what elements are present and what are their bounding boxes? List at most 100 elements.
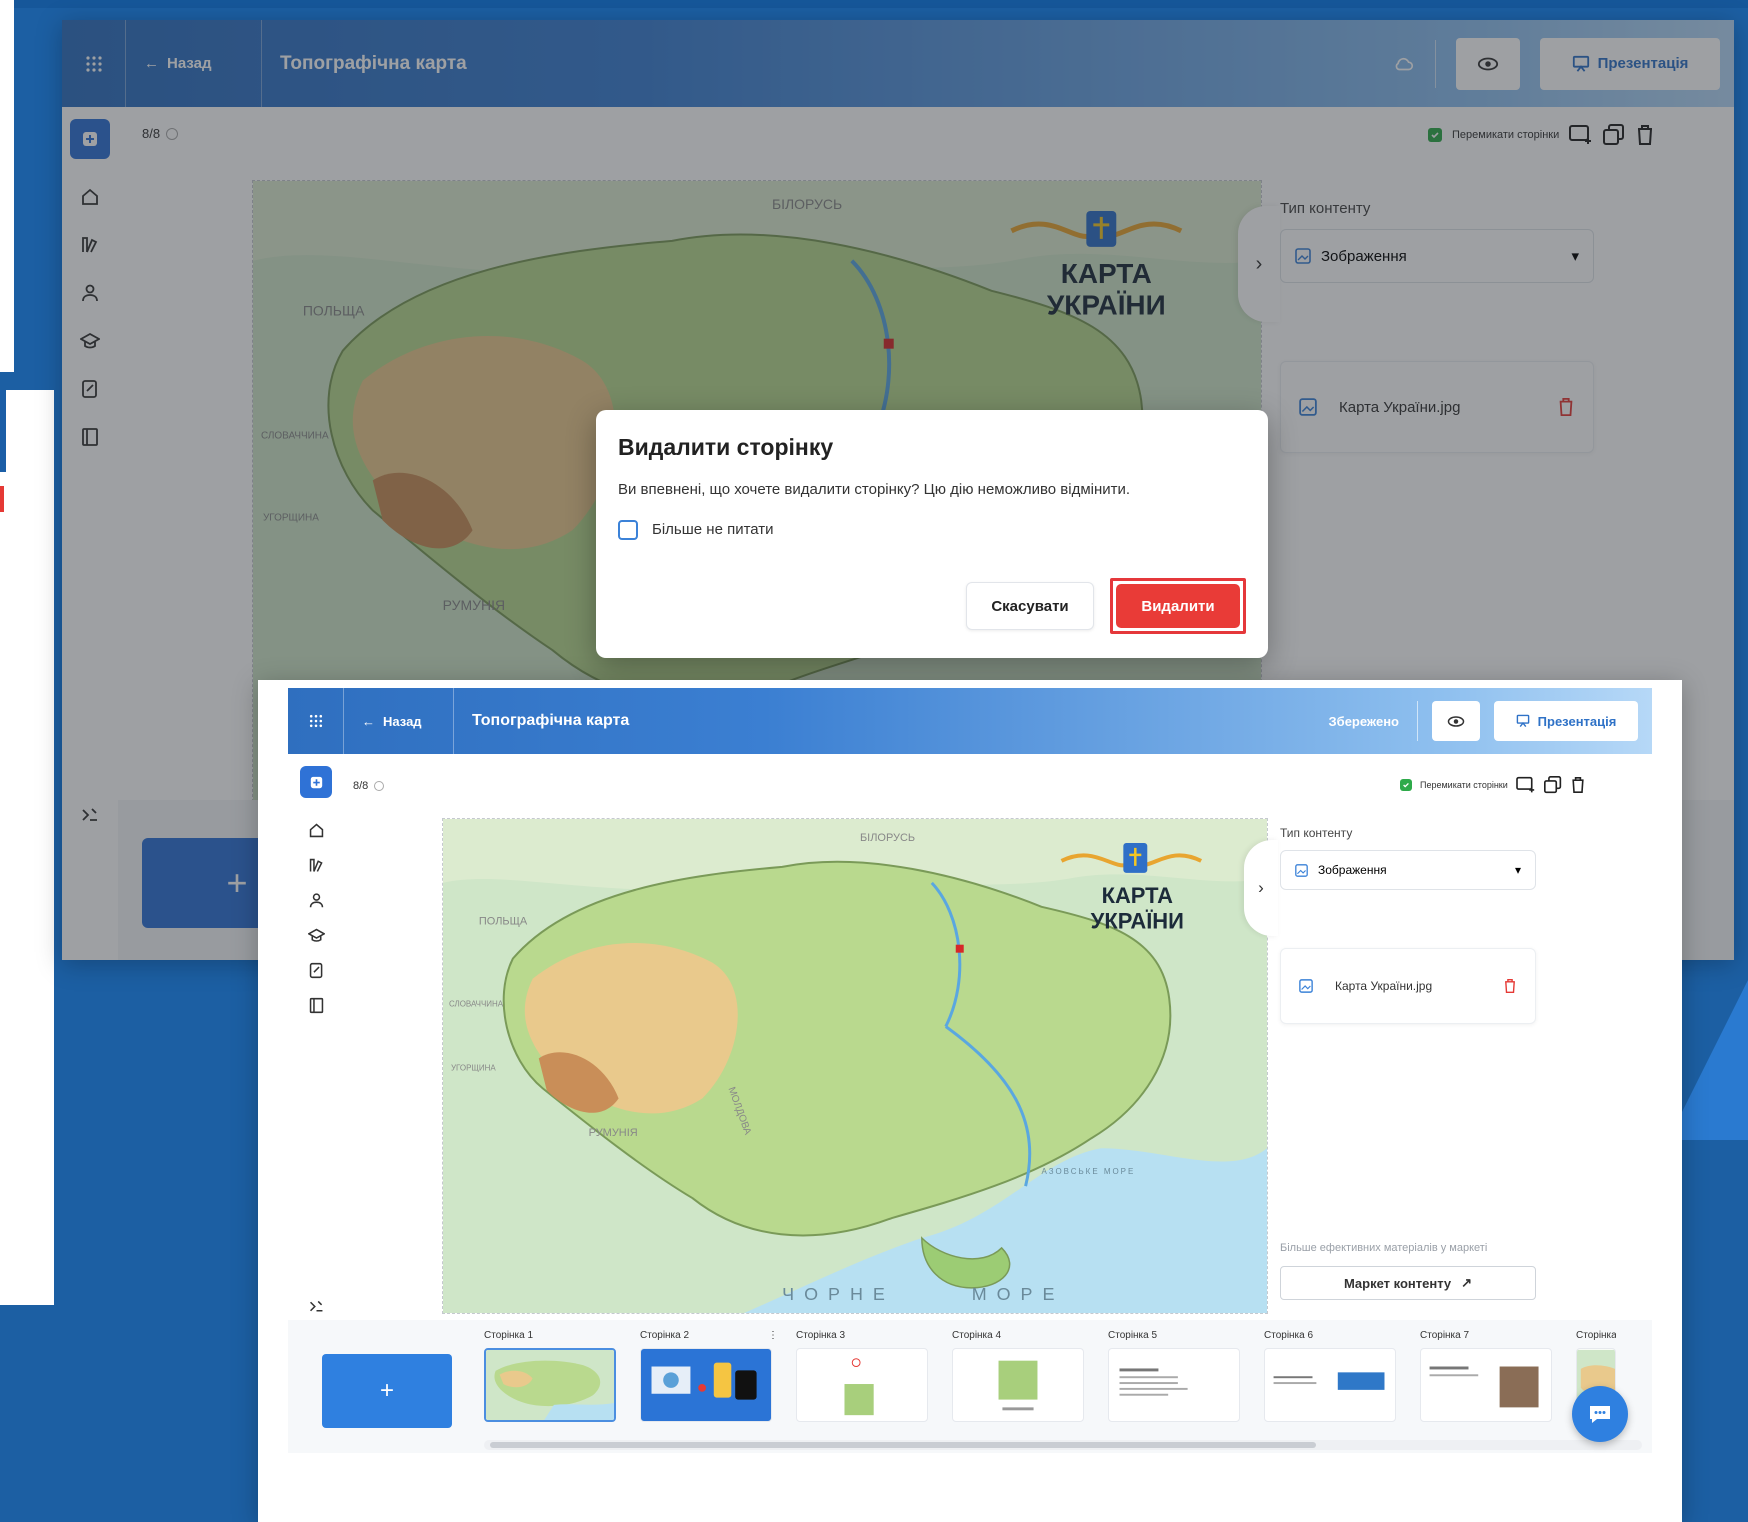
info-icon[interactable] [374,781,385,791]
left-nav [288,766,344,1406]
page-thumb-label: Сторінка 7 [1420,1330,1470,1341]
duplicate-page-icon[interactable] [1543,776,1562,794]
back-label: Назад [383,713,422,729]
panel-collapse-button[interactable]: › [1244,840,1278,936]
page-thumb-4[interactable]: Сторінка 4 [952,1330,1090,1422]
page-thumb-5[interactable]: Сторінка 5 [1108,1330,1246,1422]
content-type-select[interactable]: Зображення ▾ [1280,850,1536,890]
page-thumb-label: Сторінка [1576,1330,1616,1341]
label-azov: АЗОВСЬКЕ МОРЕ [1042,1167,1136,1176]
save-status: Збережено [1329,701,1418,741]
back-button[interactable]: ← Назад [344,688,454,754]
delete-button-highlight: Видалити [1110,578,1246,634]
presentation-button[interactable]: Презентація [1494,701,1638,741]
page-thumb-label: Сторінка 6 [1264,1330,1314,1341]
plus-square-icon [310,776,322,788]
page-thumb-2[interactable]: Сторінка 2 ⋮ [640,1330,778,1422]
dont-ask-label: Більше не питати [652,521,774,538]
page-thumb-label: Сторінка 3 [796,1330,846,1341]
page-thumb-label: Сторінка 4 [952,1330,1002,1341]
delete-page-dialog: Видалити сторінку Ви впевнені, що хочете… [596,410,1268,658]
image-icon [1295,863,1308,877]
page-thumb-label: Сторінка 2 [640,1330,690,1341]
switch-pages-checkbox[interactable] [1400,779,1412,791]
chat-button[interactable] [1572,1386,1628,1442]
trash-icon[interactable] [1503,978,1517,994]
nav-home-button[interactable] [308,822,325,839]
external-link-icon: ↗ [1461,1275,1473,1290]
cancel-button[interactable]: Скасувати [966,582,1094,630]
page-thumb-label: Сторінка 1 [484,1330,534,1341]
delete-page-icon[interactable] [1570,776,1586,794]
nav-accessibility-button[interactable] [308,1298,325,1315]
market-button-label: Маркет контенту [1343,1275,1452,1291]
dialog-title: Видалити сторінку [618,434,834,460]
page-thumb-6[interactable]: Сторінка 6 [1264,1330,1402,1422]
chevron-right-icon: › [1258,878,1264,897]
chat-bubble-icon [1590,1406,1610,1423]
apps-grid-button[interactable] [288,688,344,754]
page-title: Топографічна карта [472,712,630,729]
add-page-icon[interactable] [1515,776,1536,794]
accessibility-icon [309,1300,322,1312]
thumb-slide-image [1273,1372,1385,1390]
add-page-button[interactable]: + [322,1354,452,1428]
graduation-cap-icon [307,928,325,942]
map-title-line2: УКРАЇНИ [1091,909,1184,934]
check-icon [1403,782,1409,788]
background-accent-red [0,486,4,512]
thumb-devices-image [651,1362,757,1400]
page-thumb-label: Сторінка 5 [1108,1330,1158,1341]
background-left-panel-top [0,0,14,372]
nav-journal-button[interactable] [308,997,325,1014]
market-hint: Більше ефективних матеріалів у маркеті [1280,1242,1488,1254]
chevron-down-icon: ▾ [1514,863,1521,877]
background-band [0,0,1748,8]
arrow-left-icon: ← [362,713,375,729]
market-button[interactable]: Маркет контенту ↗ [1280,1266,1536,1300]
page-counter: 8/8 [353,780,385,792]
scrollbar-thumb[interactable] [490,1442,1316,1448]
label-black-sea-2: МОРЕ [972,1284,1065,1304]
slide-canvas[interactable]: БІЛОРУСЬ ПОЛЬЩА СЛОВАЧЧИНА УГОРЩИНА РУМУ… [442,818,1268,1314]
journal-icon [309,997,323,1014]
users-icon [309,893,323,908]
home-icon [309,823,323,838]
content-type-label: Тип контенту [1280,826,1353,840]
nav-courses-button[interactable] [307,927,325,944]
nav-add-button[interactable] [300,766,332,798]
front-screenshot: ← Назад Топографічна карта Збережено Пре… [258,680,1682,1522]
label-poland: ПОЛЬЩА [479,916,528,928]
nav-library-button[interactable] [308,857,325,874]
thumb-map-image [486,1350,614,1420]
page-toolbar: Перемикати сторінки [1400,776,1586,794]
map-title-line1: КАРТА [1102,883,1174,908]
page-thumb-1[interactable]: Сторінка 1 [484,1330,622,1422]
thumb-photo-image [1429,1366,1539,1408]
label-slovakia: СЛОВАЧЧИНА [449,1000,504,1009]
page-counter-value: 8/8 [353,780,369,792]
nav-users-button[interactable] [308,892,325,909]
background-accent-strip [0,390,6,472]
dont-ask-checkbox[interactable] [618,519,638,540]
file-card: Карта України.jpg [1280,948,1536,1024]
label-hungary: УГОРЩИНА [451,1063,496,1072]
thumbnails-scrollbar[interactable] [484,1440,1642,1450]
presentation-icon [1516,714,1529,728]
page-thumbnails: Сторінка 1 Сторінка 2 ⋮ Сторінка 3 Сторін… [484,1330,1616,1422]
preview-button[interactable] [1432,701,1480,741]
thumb-slide-image [844,1358,874,1416]
content-type-value: Зображення [1318,863,1387,877]
header-bar: ← Назад Топографічна карта Збережено Пре… [288,688,1652,754]
image-file-icon [1299,979,1313,993]
nav-tasks-button[interactable] [308,962,325,979]
page-thumb-3[interactable]: Сторінка 3 [796,1330,934,1422]
delete-button[interactable]: Видалити [1116,584,1240,628]
label-black-sea-1: ЧОРНЕ [782,1284,895,1304]
thumb-text-image [1119,1368,1188,1396]
library-icon [309,858,323,872]
page-thumb-7[interactable]: Сторінка 7 [1420,1330,1558,1422]
thumb-slide-image [998,1360,1038,1411]
more-vertical-icon[interactable]: ⋮ [768,1330,778,1348]
apps-grid-icon [309,714,322,728]
